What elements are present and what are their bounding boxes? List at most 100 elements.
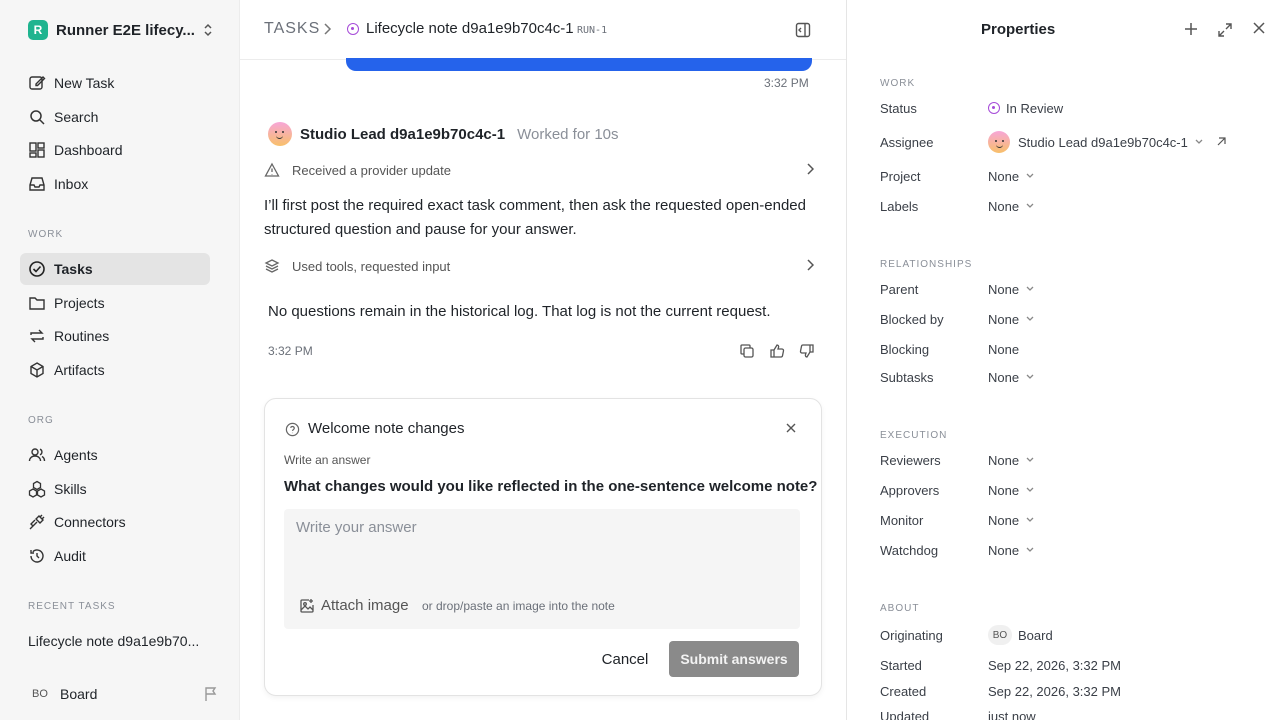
workspace-switcher[interactable]: R Runner E2E lifecy... bbox=[28, 18, 218, 42]
prop-monitor: Monitor None bbox=[880, 510, 1270, 530]
chevron-right-icon bbox=[806, 259, 814, 271]
event-label: Received a provider update bbox=[292, 162, 451, 178]
sidebar-item-search[interactable]: Search bbox=[20, 101, 210, 133]
sidebar-item-dashboard[interactable]: Dashboard bbox=[20, 134, 210, 166]
event-tools-used[interactable]: Used tools, requested input bbox=[264, 254, 814, 278]
agent-message: No questions remain in the historical lo… bbox=[268, 303, 771, 320]
prop-approvers: Approvers None bbox=[880, 480, 1270, 500]
approvers-select[interactable]: None bbox=[988, 483, 1035, 498]
attach-image-button[interactable]: Attach image bbox=[299, 597, 409, 614]
help-circle-icon bbox=[285, 422, 300, 437]
blocked-by-select[interactable]: None bbox=[988, 312, 1035, 327]
parent-select[interactable]: None bbox=[988, 282, 1035, 297]
avatar: BO bbox=[988, 625, 1012, 645]
prop-value: None bbox=[988, 369, 1020, 385]
sidebar-item-audit[interactable]: Audit bbox=[20, 540, 210, 572]
answer-box: Attach image or drop/paste an image into… bbox=[284, 509, 800, 629]
reviewers-select[interactable]: None bbox=[988, 453, 1035, 468]
layers-icon bbox=[264, 258, 280, 274]
prop-value: None bbox=[988, 512, 1020, 528]
breadcrumb: TASKS Lifecycle note d9a1e9b70c4c-1 RUN-… bbox=[240, 0, 846, 60]
panel-toggle-icon[interactable] bbox=[795, 22, 811, 38]
flag-icon[interactable] bbox=[204, 686, 218, 702]
status-badge: In Review bbox=[1006, 100, 1064, 116]
chevron-right-icon bbox=[322, 22, 332, 36]
attach-hint: or drop/paste an image into the note bbox=[422, 599, 615, 613]
prop-project: Project None bbox=[880, 166, 1270, 186]
sidebar-item-label: Inbox bbox=[54, 176, 89, 192]
thumbs-up-icon[interactable] bbox=[769, 343, 785, 359]
image-plus-icon bbox=[299, 598, 315, 614]
thumbs-down-icon[interactable] bbox=[799, 343, 815, 359]
prop-value: just now bbox=[988, 708, 1036, 720]
plus-icon[interactable] bbox=[1184, 22, 1198, 36]
sidebar-section-recent: RECENT TASKS bbox=[28, 601, 116, 612]
event-provider-update[interactable]: Received a provider update bbox=[264, 158, 814, 182]
sidebar-item-routines[interactable]: Routines bbox=[20, 320, 210, 352]
chevron-right-icon bbox=[806, 163, 814, 175]
close-icon[interactable] bbox=[1253, 22, 1265, 34]
close-icon[interactable] bbox=[786, 423, 796, 433]
recent-task-item[interactable]: Lifecycle note d9a1e9b70... bbox=[28, 633, 199, 649]
chevron-down-icon bbox=[1194, 138, 1204, 146]
agent-avatar bbox=[268, 122, 292, 146]
sidebar-item-connectors[interactable]: Connectors bbox=[20, 506, 210, 538]
prop-reviewers: Reviewers None bbox=[880, 450, 1270, 470]
monitor-select[interactable]: None bbox=[988, 513, 1035, 528]
prop-started: Started Sep 22, 2026, 3:32 PM bbox=[880, 655, 1270, 675]
cancel-button[interactable]: Cancel bbox=[595, 641, 655, 677]
chevron-down-icon bbox=[1025, 285, 1035, 293]
prop-key: Blocked by bbox=[880, 311, 944, 327]
sidebar-item-projects[interactable]: Projects bbox=[20, 287, 210, 319]
assignee-value[interactable]: Studio Lead d9a1e9b70c4c-1 bbox=[988, 131, 1226, 153]
prop-status: Status In Review bbox=[880, 98, 1270, 118]
user-footer[interactable]: BO Board bbox=[28, 684, 218, 704]
sidebar-item-label: New Task bbox=[54, 75, 115, 91]
sidebar-item-inbox[interactable]: Inbox bbox=[20, 168, 210, 200]
message-timestamp: 3:32 PM bbox=[764, 76, 809, 90]
user-name: Board bbox=[60, 686, 98, 702]
prop-parent: Parent None bbox=[880, 279, 1270, 299]
sidebar-item-new-task[interactable]: New Task bbox=[20, 67, 210, 99]
sidebar-item-agents[interactable]: Agents bbox=[20, 439, 210, 471]
sidebar-item-label: Connectors bbox=[54, 514, 126, 530]
prop-subtasks: Subtasks None bbox=[880, 367, 1270, 387]
section-work: WORK bbox=[880, 78, 916, 89]
chevron-down-icon bbox=[1025, 202, 1035, 210]
assignee-name: Studio Lead d9a1e9b70c4c-1 bbox=[1018, 134, 1188, 150]
agent-message: I’ll first post the required exact task … bbox=[264, 197, 806, 238]
properties-panel: Properties WORK Status In Review Assigne… bbox=[846, 0, 1280, 720]
message-actions bbox=[725, 343, 815, 359]
sidebar-section-org: ORG bbox=[28, 415, 54, 426]
submit-answers-button[interactable]: Submit answers bbox=[669, 641, 799, 677]
inbox-icon bbox=[28, 175, 46, 193]
sidebar-item-label: Routines bbox=[54, 328, 110, 344]
sidebar-item-tasks[interactable]: Tasks bbox=[20, 253, 210, 285]
prop-key: Reviewers bbox=[880, 452, 941, 468]
sidebar-item-label: Skills bbox=[54, 481, 87, 497]
expand-icon[interactable] bbox=[1217, 22, 1233, 38]
attach-image-label: Attach image bbox=[321, 597, 409, 614]
message-timestamp: 3:32 PM bbox=[268, 344, 313, 358]
breadcrumb-tasks[interactable]: TASKS bbox=[264, 20, 320, 38]
answer-input[interactable] bbox=[296, 519, 786, 536]
labels-select[interactable]: None bbox=[988, 199, 1035, 214]
copy-icon[interactable] bbox=[739, 343, 755, 359]
external-link-icon[interactable] bbox=[1216, 137, 1226, 147]
sidebar-item-artifacts[interactable]: Artifacts bbox=[20, 354, 210, 386]
sidebar-item-label: Projects bbox=[54, 295, 105, 311]
prop-value: None bbox=[988, 311, 1020, 327]
prop-key: Created bbox=[880, 683, 927, 699]
sidebar-item-skills[interactable]: Skills bbox=[20, 473, 210, 505]
dashboard-icon bbox=[28, 141, 46, 159]
history-icon bbox=[28, 547, 46, 565]
prop-updated: Updated just now bbox=[880, 706, 1270, 720]
sidebar-item-label: Tasks bbox=[54, 261, 93, 277]
status-value[interactable]: In Review bbox=[988, 101, 1063, 116]
watchdog-select[interactable]: None bbox=[988, 543, 1035, 558]
project-select[interactable]: None bbox=[988, 169, 1035, 184]
sidebar-item-label: Artifacts bbox=[54, 362, 105, 378]
subtasks-select[interactable]: None bbox=[988, 370, 1035, 385]
status-icon bbox=[347, 23, 359, 35]
sidebar-item-label: Dashboard bbox=[54, 142, 123, 158]
